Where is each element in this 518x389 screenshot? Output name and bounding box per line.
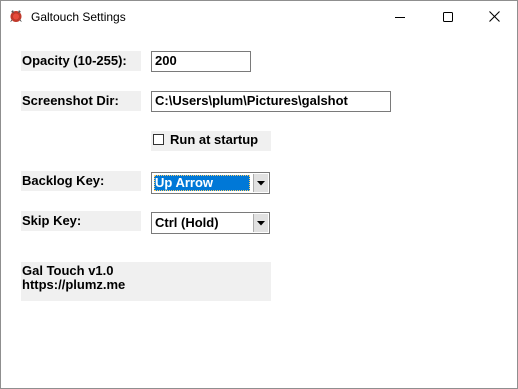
opacity-label: Opacity (10-255):: [21, 51, 141, 71]
screenshot-dir-input[interactable]: C:\Users\plum\Pictures\galshot: [151, 91, 391, 112]
title-bar[interactable]: Galtouch Settings: [1, 1, 517, 32]
skip-key-dropdown-button[interactable]: [253, 214, 268, 232]
chevron-down-icon: [257, 220, 265, 225]
screenshot-dir-label: Screenshot Dir:: [21, 91, 141, 111]
maximize-icon: [443, 11, 453, 22]
minimize-icon: [395, 16, 405, 18]
maximize-button[interactable]: [425, 1, 471, 32]
app-icon: [10, 10, 22, 22]
skip-key-value: Ctrl (Hold): [155, 215, 219, 230]
checkbox-box[interactable]: [153, 134, 164, 145]
backlog-key-select[interactable]: Up Arrow: [151, 172, 270, 194]
run-at-startup-checkbox[interactable]: Run at startup: [151, 131, 271, 151]
opacity-input[interactable]: 200: [151, 51, 251, 72]
backlog-key-dropdown-button[interactable]: [253, 174, 268, 192]
chevron-down-icon: [257, 180, 265, 185]
close-icon: [488, 11, 500, 22]
backlog-key-value: Up Arrow: [154, 175, 250, 191]
settings-panel: Opacity (10-255): 200 Screenshot Dir: C:…: [1, 32, 517, 388]
window-title: Galtouch Settings: [31, 10, 126, 24]
settings-window: Galtouch Settings Opacity (10-255): 200 …: [0, 0, 518, 389]
website-url: https://plumz.me: [22, 277, 126, 292]
skip-key-select[interactable]: Ctrl (Hold): [151, 212, 270, 234]
skip-key-label: Skip Key:: [21, 211, 141, 231]
about-info: Gal Touch v1.0 https://plumz.me: [21, 262, 271, 301]
close-button[interactable]: [471, 1, 517, 32]
backlog-key-label: Backlog Key:: [21, 171, 141, 191]
version-text: Gal Touch v1.0: [22, 263, 114, 278]
run-at-startup-label: Run at startup: [170, 132, 259, 147]
minimize-button[interactable]: [377, 1, 423, 32]
